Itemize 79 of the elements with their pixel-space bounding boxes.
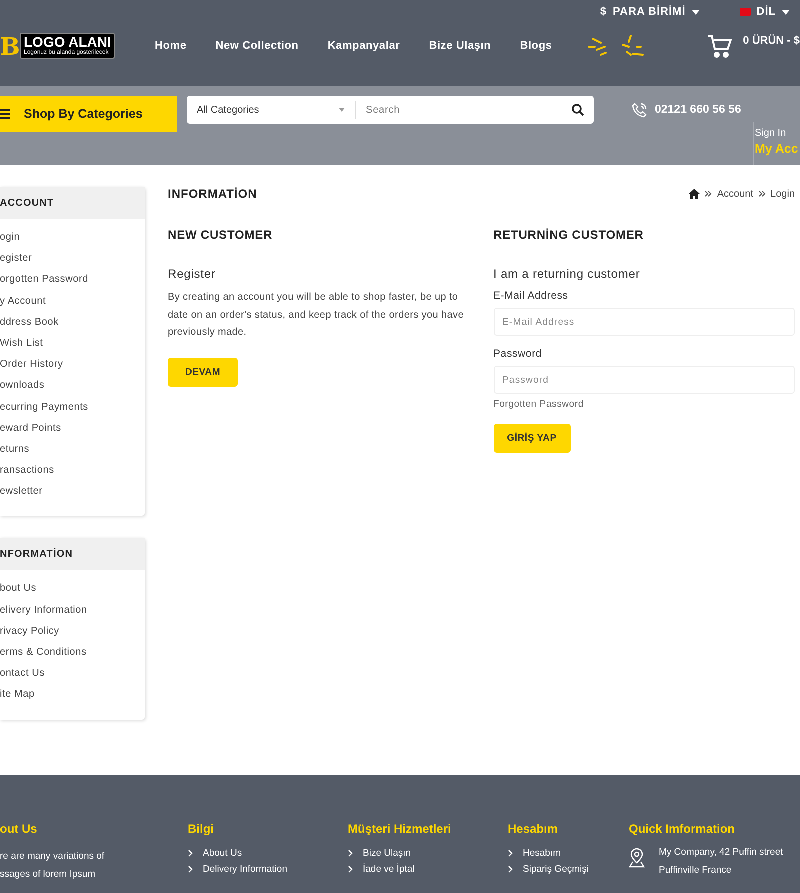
- sidebar-link[interactable]: orgotten Password: [0, 269, 145, 291]
- sidebar-link[interactable]: ontact Us: [0, 663, 145, 684]
- sidebar-link[interactable]: elivery Information: [0, 600, 145, 621]
- sidebar-link[interactable]: ownloads: [0, 375, 145, 396]
- page-title: INFORMATİON: [168, 187, 258, 201]
- nav-link[interactable]: New Collection: [216, 40, 314, 52]
- nav-link[interactable]: Bize Ulaşın: [429, 40, 506, 52]
- footer-link[interactable]: Hesabım: [508, 848, 629, 859]
- double-chevron-icon: [705, 191, 712, 197]
- sidebar-link[interactable]: erms & Conditions: [0, 642, 145, 664]
- footer-heading: out Us: [0, 822, 38, 836]
- footer-heading: Müşteri Hizmetleri: [348, 822, 452, 836]
- sidebar-link[interactable]: y Account: [0, 290, 145, 312]
- caret-icon: [692, 10, 700, 14]
- double-chevron-icon: [758, 191, 766, 197]
- input-field[interactable]: E-Mail Address: [494, 308, 795, 336]
- sidebar-link[interactable]: rivacy Policy: [0, 620, 145, 642]
- login-button[interactable]: GİRİŞ YAP: [494, 424, 570, 453]
- footer-link[interactable]: Sipariş Geçmişi: [508, 864, 629, 875]
- sidebar-link[interactable]: eturns: [0, 438, 145, 460]
- home-icon[interactable]: [689, 189, 700, 199]
- currency-selector[interactable]: $ PARA BİRİMİ: [600, 3, 700, 21]
- nav-link[interactable]: Blogs: [520, 40, 568, 52]
- address-text: My Company, 42 Puffin street Puffinville France: [659, 846, 784, 878]
- sidebar-link[interactable]: ecurring Payments: [0, 396, 145, 418]
- continue-button[interactable]: DEVAM: [168, 358, 238, 386]
- footer-heading: Quick Imformation: [629, 822, 736, 836]
- field-label: E-Mail Address: [494, 290, 570, 302]
- location-pin-icon: [629, 848, 645, 868]
- search-icon[interactable]: [572, 104, 584, 116]
- sidebar-link[interactable]: ewsletter: [0, 481, 145, 502]
- footer-link[interactable]: İade ve İptal: [348, 864, 508, 875]
- footer-heading: Hesabım: [508, 822, 560, 836]
- section-heading: NEW CUSTOMER: [168, 228, 274, 242]
- panel-title: NFORMATİON: [0, 538, 145, 570]
- sidebar-link[interactable]: ransactions: [0, 460, 145, 482]
- field-label: Password: [494, 348, 544, 360]
- breadcrumb-link[interactable]: Account: [717, 188, 754, 200]
- sidebar-link[interactable]: Wish List: [0, 332, 145, 354]
- section-heading: RETURNİNG CUSTOMER: [494, 228, 645, 242]
- categories-button[interactable]: Shop By Categories: [0, 96, 177, 132]
- sidebar-link[interactable]: eward Points: [0, 418, 145, 439]
- chevron-icon: [508, 850, 513, 857]
- cart-summary[interactable]: 0 ÜRÜN - $: [743, 35, 800, 47]
- footer-link[interactable]: About Us: [188, 848, 348, 859]
- input-field[interactable]: Password: [494, 366, 795, 394]
- sidebar-link[interactable]: bout Us: [0, 578, 145, 600]
- sidebar-link[interactable]: ogin: [0, 227, 145, 248]
- menu-icon: [0, 109, 10, 119]
- breadcrumb-link[interactable]: Login: [770, 188, 795, 200]
- sidebar-link[interactable]: ite Map: [0, 684, 145, 706]
- chevron-icon: [188, 866, 193, 873]
- cart-icon[interactable]: [707, 33, 734, 59]
- phone-number: 02121 660 56 56: [655, 104, 742, 116]
- search-field[interactable]: All Categories Search: [187, 96, 594, 124]
- description: By creating an account you will be able to shop faster, be up to date on an order's status, and keep track of the orders you have previously made.: [168, 291, 465, 340]
- forgot-password-link[interactable]: Forgotten Password: [494, 399, 795, 410]
- nav-link[interactable]: Home: [155, 40, 202, 52]
- phone-icon: [632, 102, 647, 118]
- sidebar-link[interactable]: egister: [0, 248, 145, 270]
- subheading: I am a returning customer: [494, 267, 642, 281]
- chevron-icon: [188, 850, 193, 857]
- nav-link[interactable]: Kampanyalar: [328, 40, 416, 52]
- footer-text: re are many variations of: [0, 850, 106, 864]
- footer-heading: Bilgi: [188, 822, 215, 836]
- footer-text: ssages of lorem Ipsum: [0, 868, 97, 882]
- language-selector[interactable]: DİL: [740, 3, 790, 21]
- footer-link[interactable]: Bize Ulaşın: [348, 848, 508, 859]
- chevron-icon: [348, 850, 353, 857]
- flag-icon: [740, 8, 751, 16]
- footer-link[interactable]: Delivery Information: [188, 864, 348, 875]
- chevron-icon: [348, 866, 353, 873]
- sidebar-link[interactable]: Order History: [0, 354, 145, 376]
- caret-icon: [339, 108, 345, 112]
- chevron-icon: [508, 866, 513, 873]
- sidebar-link[interactable]: ddress Book: [0, 312, 145, 333]
- panel-title: ACCOUNT: [0, 187, 145, 219]
- subheading: Register: [168, 267, 217, 281]
- caret-icon: [782, 10, 790, 14]
